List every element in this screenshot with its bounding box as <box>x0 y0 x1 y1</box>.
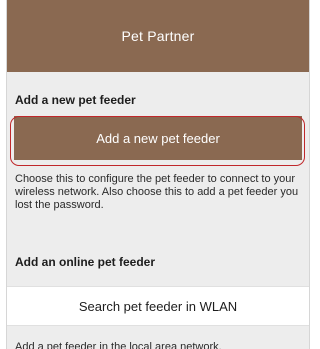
search-pet-feeder-button[interactable]: Search pet feeder in WLAN <box>7 286 309 326</box>
app-screen: Pet Partner Add a new pet feeder Add a n… <box>6 0 310 349</box>
section-title-add-online: Add an online pet feeder <box>15 255 156 269</box>
add-new-description: Choose this to configure the pet feeder … <box>15 173 299 211</box>
app-bar: Pet Partner <box>7 0 309 72</box>
add-new-button-wrapper: Add a new pet feeder <box>7 116 309 166</box>
section-title-add-new: Add a new pet feeder <box>15 93 136 107</box>
add-new-pet-feeder-button[interactable]: Add a new pet feeder <box>14 116 302 160</box>
app-title: Pet Partner <box>121 28 195 44</box>
add-online-description: Add a pet feeder in the local area netwo… <box>15 341 222 349</box>
